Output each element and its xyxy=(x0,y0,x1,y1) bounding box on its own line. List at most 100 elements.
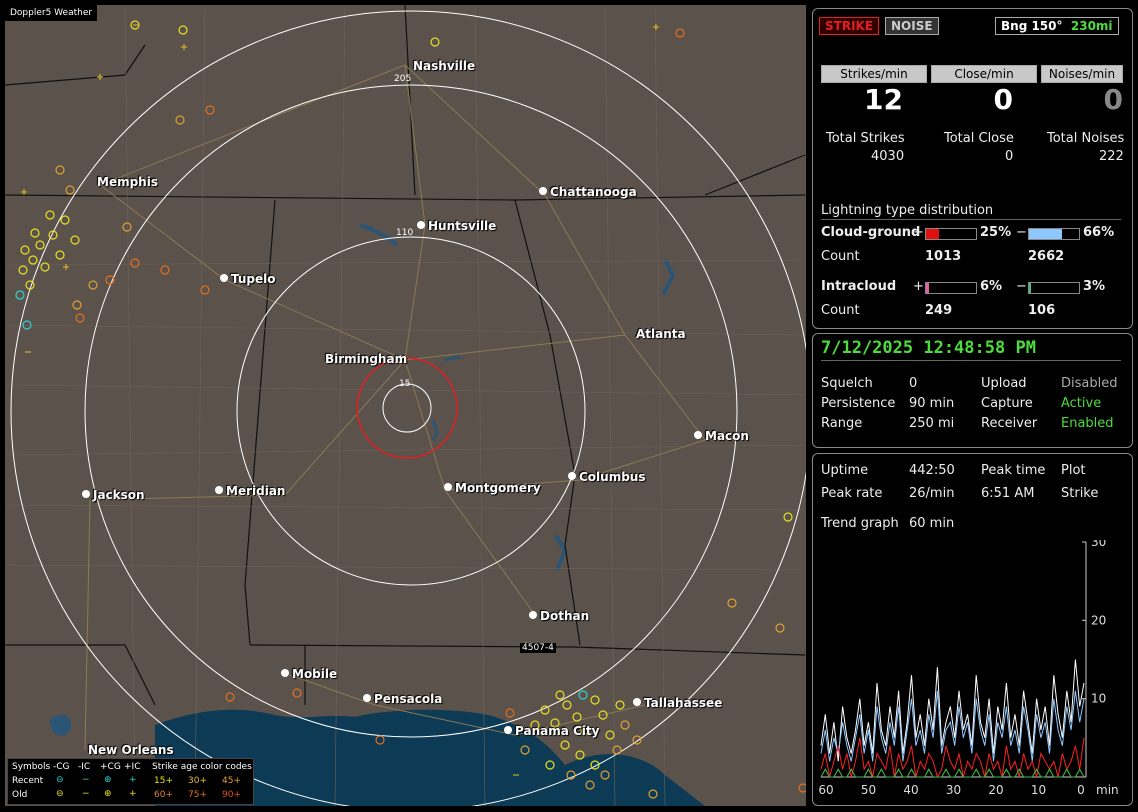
graph-x-tick-label: 0 xyxy=(1077,783,1085,797)
settings-divider xyxy=(821,360,1121,361)
ic-negative-sign: − xyxy=(1016,279,1027,294)
city-label: New Orleans xyxy=(88,743,174,757)
age-code: 30+ xyxy=(188,776,207,786)
close-per-min-value: 0 xyxy=(993,83,1013,116)
persistence-value[interactable]: 90 min xyxy=(909,396,954,411)
city-label: Pensacola xyxy=(374,692,443,706)
app-brand: Doppler5 Weather xyxy=(5,5,98,21)
close-per-min-label: Close/min xyxy=(931,65,1037,83)
bearing-value: Bng 150° xyxy=(1001,19,1063,33)
county-lines xyxy=(5,5,806,806)
graph-x-unit: min xyxy=(1096,783,1118,797)
lake xyxy=(553,533,568,571)
range-ring-inner xyxy=(236,236,586,586)
radar-map[interactable]: Nashville Memphis Chattanooga Huntsville… xyxy=(5,5,806,806)
highways xyxy=(84,64,706,751)
legend-symbols-label: Symbols xyxy=(12,762,51,772)
ic-negative-percent: 3% xyxy=(1083,279,1106,294)
noise-mode-button[interactable]: NOISE xyxy=(885,17,939,35)
ic-negative-bar xyxy=(1028,282,1080,294)
lake xyxy=(431,419,439,441)
age-code: 60+ xyxy=(154,790,173,800)
ring-distance-label: 110 xyxy=(396,228,414,238)
legend-old-label: Old xyxy=(12,790,28,800)
receiver-label: Receiver xyxy=(981,416,1038,431)
ic-negative-count: 106 xyxy=(1028,303,1056,318)
receiver-value[interactable]: Enabled xyxy=(1061,416,1114,431)
plot-value[interactable]: Strike xyxy=(1061,486,1098,501)
ic-count-label: Count xyxy=(821,303,860,318)
city-label: Birmingham xyxy=(325,352,408,366)
distance-value: 230mi xyxy=(1070,19,1113,33)
plot-label: Plot xyxy=(1061,463,1086,478)
city-label: Tallahassee xyxy=(644,696,723,710)
squelch-value[interactable]: 0 xyxy=(909,376,917,391)
graph-x-tick-label: 50 xyxy=(861,783,876,797)
legend-header: +IC xyxy=(124,762,141,772)
city-label: Atlanta xyxy=(636,327,686,341)
bearing-readout: Bng 150° 230mi xyxy=(995,17,1119,35)
strike-marker-label: 4507-4 xyxy=(520,643,556,653)
cg-negative-bar xyxy=(1028,228,1080,240)
age-code: 45+ xyxy=(222,776,241,786)
lake xyxy=(50,714,71,736)
legend-header: -IC xyxy=(78,762,91,772)
strike-stats-panel: STRIKE NOISE Bng 150° 230mi Strikes/min … xyxy=(812,8,1133,329)
ring-distance-label: 205 xyxy=(394,74,412,84)
graph-x-tick-label: 20 xyxy=(988,783,1003,797)
strikes-west xyxy=(15,20,806,799)
recent-pos-cg-icon: ⊕ xyxy=(104,775,112,785)
lake xyxy=(359,223,399,247)
peak-rate-label: Peak rate xyxy=(821,486,883,501)
legend-recent-label: Recent xyxy=(12,776,44,786)
city-label: Macon xyxy=(705,429,749,443)
graph-x-tick-label: 40 xyxy=(903,783,918,797)
squelch-label: Squelch xyxy=(821,376,873,391)
intracloud-label: Intracloud xyxy=(821,279,897,294)
lake xyxy=(444,355,461,362)
cg-positive-percent: 25% xyxy=(980,225,1012,240)
city-label: Memphis xyxy=(97,175,158,189)
capture-value[interactable]: Active xyxy=(1061,396,1101,411)
range-label: Range xyxy=(821,416,863,431)
map-legend: Symbols -CG -IC +CG +IC Strike age color… xyxy=(7,758,254,805)
old-neg-cg-icon: ⊖ xyxy=(56,789,64,799)
distribution-divider xyxy=(821,219,1121,220)
cg-count-label: Count xyxy=(821,249,860,264)
age-code: 90+ xyxy=(222,790,241,800)
peak-time-value: 6:51 AM xyxy=(981,486,1035,501)
range-value[interactable]: 250 mi xyxy=(909,416,954,431)
ic-positive-count: 249 xyxy=(925,303,953,318)
graph-series-line xyxy=(820,768,1085,778)
legend-header: -CG xyxy=(53,762,70,772)
ic-positive-percent: 6% xyxy=(980,279,1003,294)
upload-label: Upload xyxy=(981,376,1027,391)
map-canvas xyxy=(5,5,806,806)
city-label: Chattanooga xyxy=(550,185,637,199)
graph-x-tick-label: 30 xyxy=(946,783,961,797)
cg-positive-count: 1013 xyxy=(925,249,962,264)
distribution-title: Lightning type distribution xyxy=(821,203,994,218)
ic-positive-bar xyxy=(925,282,977,294)
close-ring xyxy=(356,357,458,459)
city-label: Panama City xyxy=(515,724,600,738)
city-label: Tupelo xyxy=(231,272,276,286)
capture-label: Capture xyxy=(981,396,1033,411)
center-ring xyxy=(382,383,432,433)
trend-graph-value[interactable]: 60 min xyxy=(909,516,954,531)
strikes-per-min-label: Strikes/min xyxy=(821,65,927,83)
city-label: Meridian xyxy=(226,484,286,498)
lake xyxy=(661,259,676,296)
old-pos-ic-icon: + xyxy=(129,789,137,799)
total-close-value: 0 xyxy=(1005,149,1014,164)
cg-negative-count: 2662 xyxy=(1028,249,1065,264)
graph-series-line xyxy=(820,737,1085,779)
strike-mode-button[interactable]: STRIKE xyxy=(819,17,880,35)
upload-value[interactable]: Disabled xyxy=(1061,376,1117,391)
graph-x-tick-label: 10 xyxy=(1031,783,1046,797)
recent-neg-ic-icon: − xyxy=(82,775,90,785)
graph-y-tick-label: 10 xyxy=(1091,692,1106,706)
cg-positive-bar xyxy=(925,228,977,240)
city-label: Huntsville xyxy=(428,219,497,233)
legend-age-title: Strike age color codes xyxy=(152,762,252,772)
